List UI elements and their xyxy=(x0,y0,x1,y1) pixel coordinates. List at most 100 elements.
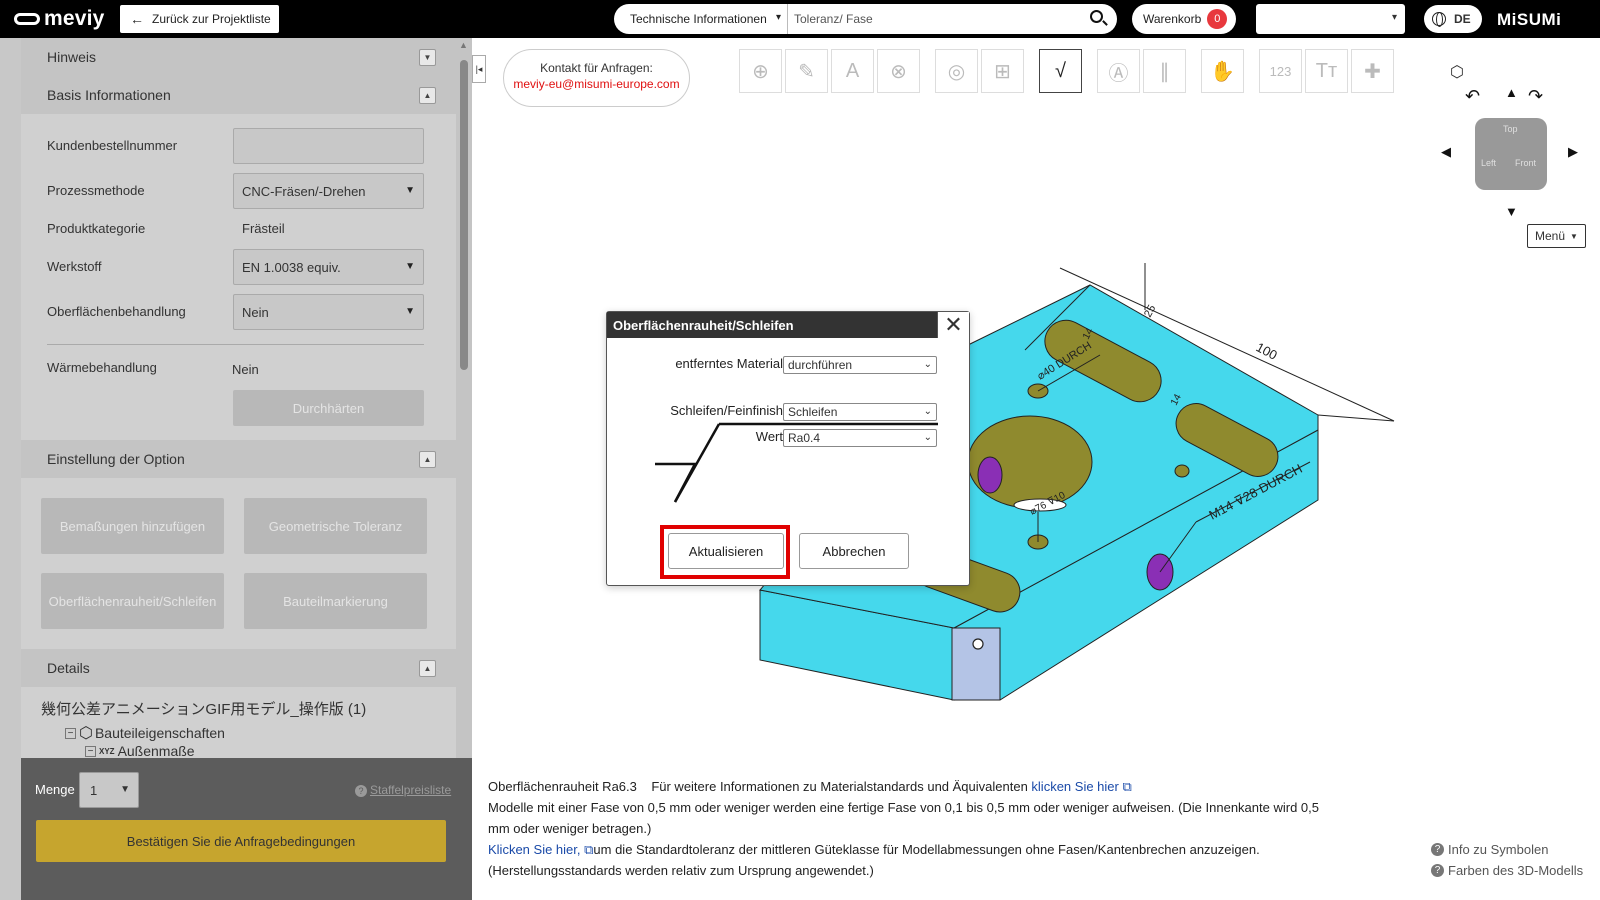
delete-dimension-icon: ⊗ xyxy=(890,60,907,83)
arrow-left-icon: ← xyxy=(130,11,144,27)
home-view-icon[interactable]: ⬡ xyxy=(1450,62,1464,82)
sidebar-scrollbar[interactable]: ▲ ▼ xyxy=(456,38,472,778)
sidebar-content: Hinweis ▼ Basis Informationen ▲ Kundenbest… xyxy=(21,38,456,778)
tree-item-dimensions[interactable]: − XYZ Außenmaße xyxy=(85,743,195,759)
eye-off-icon: ◎ xyxy=(947,60,966,83)
process-label: Prozessmethode xyxy=(47,183,145,198)
chevron-down-icon: ▼ xyxy=(405,306,415,317)
model-colors-link[interactable]: ? Farben des 3D-Modells xyxy=(1431,863,1583,878)
tiered-price-link[interactable]: ? Staffelpreisliste xyxy=(355,783,451,797)
customer-order-input[interactable] xyxy=(233,128,424,164)
scrollbar-thumb[interactable] xyxy=(460,60,468,370)
help-icon: ? xyxy=(355,785,367,797)
edit-dimension-tool-button[interactable]: ✎ xyxy=(785,49,828,93)
external-link-icon[interactable]: ⧉ xyxy=(1119,779,1131,794)
misumi-logo[interactable]: MiSUMi xyxy=(1497,10,1561,30)
search-input[interactable]: Toleranz/ Fase xyxy=(788,12,1117,26)
material-select[interactable]: EN 1.0038 equiv. ▼ xyxy=(233,249,424,285)
surface-roughness-tool-button[interactable]: √ xyxy=(1039,49,1082,93)
arrow-right-icon[interactable]: ▶ xyxy=(1568,144,1578,160)
chevron-up-icon[interactable]: ▲ xyxy=(419,87,436,104)
help-label: Farben des 3D-Modells xyxy=(1448,863,1584,878)
numbering-tool-button[interactable]: 123 xyxy=(1259,49,1302,93)
scroll-up-icon[interactable]: ▲ xyxy=(459,40,468,50)
process-select[interactable]: CNC-Fräsen/-Drehen ▼ xyxy=(233,173,424,209)
tree-root[interactable]: 幾何公差アニメーションGIF用モデル_操作版 (1) xyxy=(41,698,366,719)
confirm-request-button[interactable]: Bestätigen Sie die Anfragebedingungen xyxy=(36,820,446,862)
account-select[interactable]: ▾ xyxy=(1256,4,1405,34)
quantity-label: Menge xyxy=(35,782,75,797)
help-icon: ? xyxy=(1431,864,1444,877)
info-text: Oberflächenrauheit Ra6.3 Für weitere Inf… xyxy=(488,779,1032,794)
cube-front-label[interactable]: Front xyxy=(1515,158,1536,168)
language-button[interactable]: DE xyxy=(1424,5,1482,33)
material-label: Werkstoff xyxy=(47,259,102,274)
material-standards-link[interactable]: klicken Sie hier xyxy=(1031,779,1118,794)
view-cube-area: ⬡ ↶ ▲ ↷ ◀ ▶ ▼ Top Left Front xyxy=(1425,58,1578,219)
six-views-tool-button[interactable]: ✚ xyxy=(1351,49,1394,93)
text-size-tool-button[interactable]: Tт xyxy=(1305,49,1348,93)
tolerance-tool-button[interactable]: ∥ xyxy=(1143,49,1186,93)
cancel-button[interactable]: Abbrechen xyxy=(799,533,909,569)
delete-dimension-tool-button[interactable]: ⊗ xyxy=(877,49,920,93)
section-details[interactable]: Details ▲ xyxy=(21,649,456,687)
letter-dimension-icon: A xyxy=(845,59,860,82)
close-icon[interactable]: ✕ xyxy=(937,312,969,338)
arrow-down-icon[interactable]: ▼ xyxy=(1505,204,1518,219)
rotate-left-icon[interactable]: ↶ xyxy=(1465,86,1480,107)
chevron-down-icon[interactable]: ▼ xyxy=(419,49,436,66)
info-text: um die Standardtoleranz der mittleren Gü… xyxy=(593,842,1260,857)
section-hinweis[interactable]: Hinweis ▼ xyxy=(21,38,456,76)
dialog-header: Oberflächenrauheit/Schleifen ✕ xyxy=(607,312,969,338)
cart-label: Warenkorb xyxy=(1143,12,1202,26)
panel-toggle-button[interactable]: |◂ xyxy=(472,55,486,83)
quantity-select[interactable]: 1 ▼ xyxy=(79,772,139,808)
cube-left-label[interactable]: Left xyxy=(1481,158,1496,168)
section-option[interactable]: Einstellung der Option ▲ xyxy=(21,440,456,478)
external-link-icon[interactable]: ⧉ xyxy=(581,842,593,857)
tree-item-properties[interactable]: − ⬡ Bauteileigenschaften xyxy=(65,723,225,743)
globe-icon xyxy=(1432,12,1446,27)
heat-treatment-label: Wärmebehandlung xyxy=(47,360,157,375)
origin-tool-button[interactable]: ⊕ xyxy=(739,49,782,93)
text-dimension-tool-button[interactable]: A xyxy=(831,49,874,93)
surface-roughness-button[interactable]: Oberflächenrauheit/Schleifen xyxy=(41,573,224,629)
through-hardening-button[interactable]: Durchhärten xyxy=(233,390,424,426)
arrow-up-icon[interactable]: ▲ xyxy=(1505,85,1518,100)
part-marking-button[interactable]: Bauteilmarkierung xyxy=(244,573,427,629)
arrow-left-icon[interactable]: ◀ xyxy=(1441,144,1451,160)
collapse-box-icon[interactable]: − xyxy=(85,745,96,757)
rotate-right-icon[interactable]: ↷ xyxy=(1528,86,1543,107)
section-basis[interactable]: Basis Informationen ▲ xyxy=(21,76,456,114)
surface-select[interactable]: Nein ▼ xyxy=(233,294,424,330)
feature-tool-button[interactable]: ⊞ xyxy=(981,49,1024,93)
annotation-tool-button[interactable]: Ⓐ xyxy=(1097,49,1140,93)
contact-email-link[interactable]: meviy-eu@misumi-europe.com xyxy=(504,77,689,91)
hide-dimension-tool-button[interactable]: ◎ xyxy=(935,49,978,93)
material-tool-button[interactable]: ✋ xyxy=(1201,49,1244,93)
annotation-icon: Ⓐ xyxy=(1108,62,1129,85)
cart-button[interactable]: Warenkorb 0 xyxy=(1132,4,1236,34)
view-cube[interactable]: Top Left Front xyxy=(1475,118,1547,190)
chevron-up-icon[interactable]: ▲ xyxy=(419,451,436,468)
chevron-down-icon: ⌄ xyxy=(923,359,932,370)
add-dimensions-button[interactable]: Bemaßungen hinzufügen xyxy=(41,498,224,554)
symbol-info-link[interactable]: ? Info zu Symbolen xyxy=(1431,842,1548,857)
collapse-box-icon[interactable]: − xyxy=(65,727,76,739)
search-icon[interactable] xyxy=(1090,10,1103,23)
meviy-logo[interactable]: meviy xyxy=(14,7,105,31)
heat-treatment-value: Nein xyxy=(232,362,259,377)
grid-holes-icon: ⊞ xyxy=(994,60,1011,83)
tolerance-icon: ∥ xyxy=(1159,60,1170,83)
chevron-up-icon[interactable]: ▲ xyxy=(419,660,436,677)
customer-order-label: Kundenbestellnummer xyxy=(47,138,178,153)
standard-tolerance-link[interactable]: Klicken Sie hier, xyxy=(488,842,581,857)
removed-material-select[interactable]: durchführen ⌄ xyxy=(783,356,937,374)
cube-top-label[interactable]: Top xyxy=(1503,124,1518,134)
chevron-down-icon: ▼ xyxy=(120,784,130,795)
geometric-tolerance-button[interactable]: Geometrische Toleranz xyxy=(244,498,427,554)
highlight-box xyxy=(660,525,790,579)
surface-roughness-dialog: Oberflächenrauheit/Schleifen ✕ entfernte… xyxy=(606,311,970,586)
search-category-select[interactable]: Technische Informationen ▾ xyxy=(614,4,788,34)
back-to-projects-button[interactable]: ← Zurück zur Projektliste xyxy=(120,5,279,33)
